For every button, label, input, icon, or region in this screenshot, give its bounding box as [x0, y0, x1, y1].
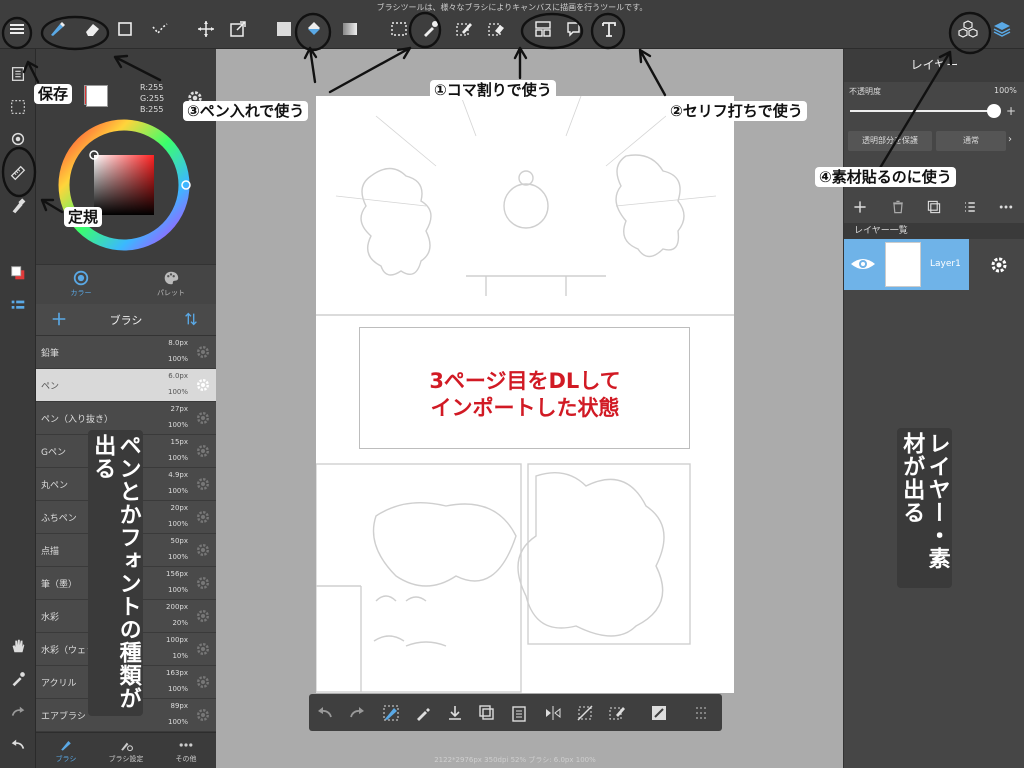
annotation-materials: ④素材貼るのに使う	[815, 167, 956, 187]
annotation-strokes	[1, 11, 992, 214]
annotation-save: 保存	[34, 84, 73, 104]
annotation-right-vertical: レイヤー・素材が出る	[897, 428, 952, 588]
annotation-ruler: 定規	[64, 207, 103, 227]
annotation-left-vertical: ペンとかフォントの種類が出る	[88, 430, 143, 716]
annotation-pen-inking: ③ペン入れで使う	[183, 101, 309, 121]
annotation-speech: ②セリフ打ちで使う	[666, 101, 807, 121]
annotation-panel-split: ①コマ割りで使う	[430, 80, 556, 100]
